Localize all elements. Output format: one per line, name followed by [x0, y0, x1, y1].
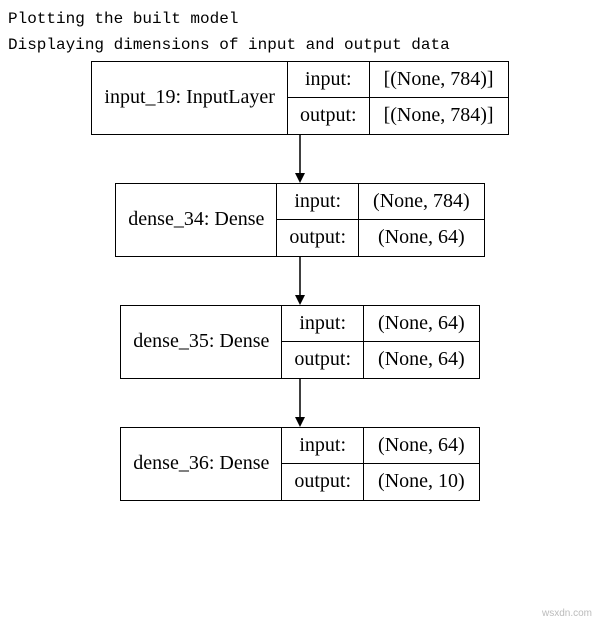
output-shape: (None, 10): [364, 464, 479, 500]
arrow-icon: [292, 135, 308, 183]
output-shape: [(None, 784)]: [370, 98, 508, 134]
header-line-2: Displaying dimensions of input and outpu…: [8, 34, 592, 56]
layer-name: dense_35: Dense: [121, 306, 282, 378]
layer-box-0: input_19: InputLayer input: [(None, 784)…: [91, 61, 508, 135]
input-shape: (None, 784): [359, 184, 484, 220]
output-label: output:: [282, 464, 364, 500]
layer-name: dense_36: Dense: [121, 428, 282, 500]
input-label: input:: [288, 62, 370, 98]
model-diagram: input_19: InputLayer input: [(None, 784)…: [8, 61, 592, 501]
layer-io-grid: input: (None, 64) output: (None, 64): [282, 306, 478, 378]
output-shape: (None, 64): [359, 220, 484, 256]
layer-io-grid: input: (None, 784) output: (None, 64): [277, 184, 483, 256]
output-shape: (None, 64): [364, 342, 479, 378]
input-label: input:: [282, 306, 364, 342]
input-shape: (None, 64): [364, 306, 479, 342]
layer-io-grid: input: [(None, 784)] output: [(None, 784…: [288, 62, 508, 134]
layer-io-grid: input: (None, 64) output: (None, 10): [282, 428, 478, 500]
layer-name: dense_34: Dense: [116, 184, 277, 256]
input-label: input:: [277, 184, 359, 220]
layer-box-1: dense_34: Dense input: (None, 784) outpu…: [115, 183, 484, 257]
output-label: output:: [288, 98, 370, 134]
layer-box-3: dense_36: Dense input: (None, 64) output…: [120, 427, 479, 501]
layer-name: input_19: InputLayer: [92, 62, 288, 134]
output-label: output:: [282, 342, 364, 378]
header-line-1: Plotting the built model: [8, 8, 592, 30]
input-shape: [(None, 784)]: [370, 62, 508, 98]
arrow-icon: [292, 379, 308, 427]
watermark: wsxdn.com: [542, 608, 592, 619]
layer-box-2: dense_35: Dense input: (None, 64) output…: [120, 305, 479, 379]
input-label: input:: [282, 428, 364, 464]
arrow-icon: [292, 257, 308, 305]
output-label: output:: [277, 220, 359, 256]
input-shape: (None, 64): [364, 428, 479, 464]
